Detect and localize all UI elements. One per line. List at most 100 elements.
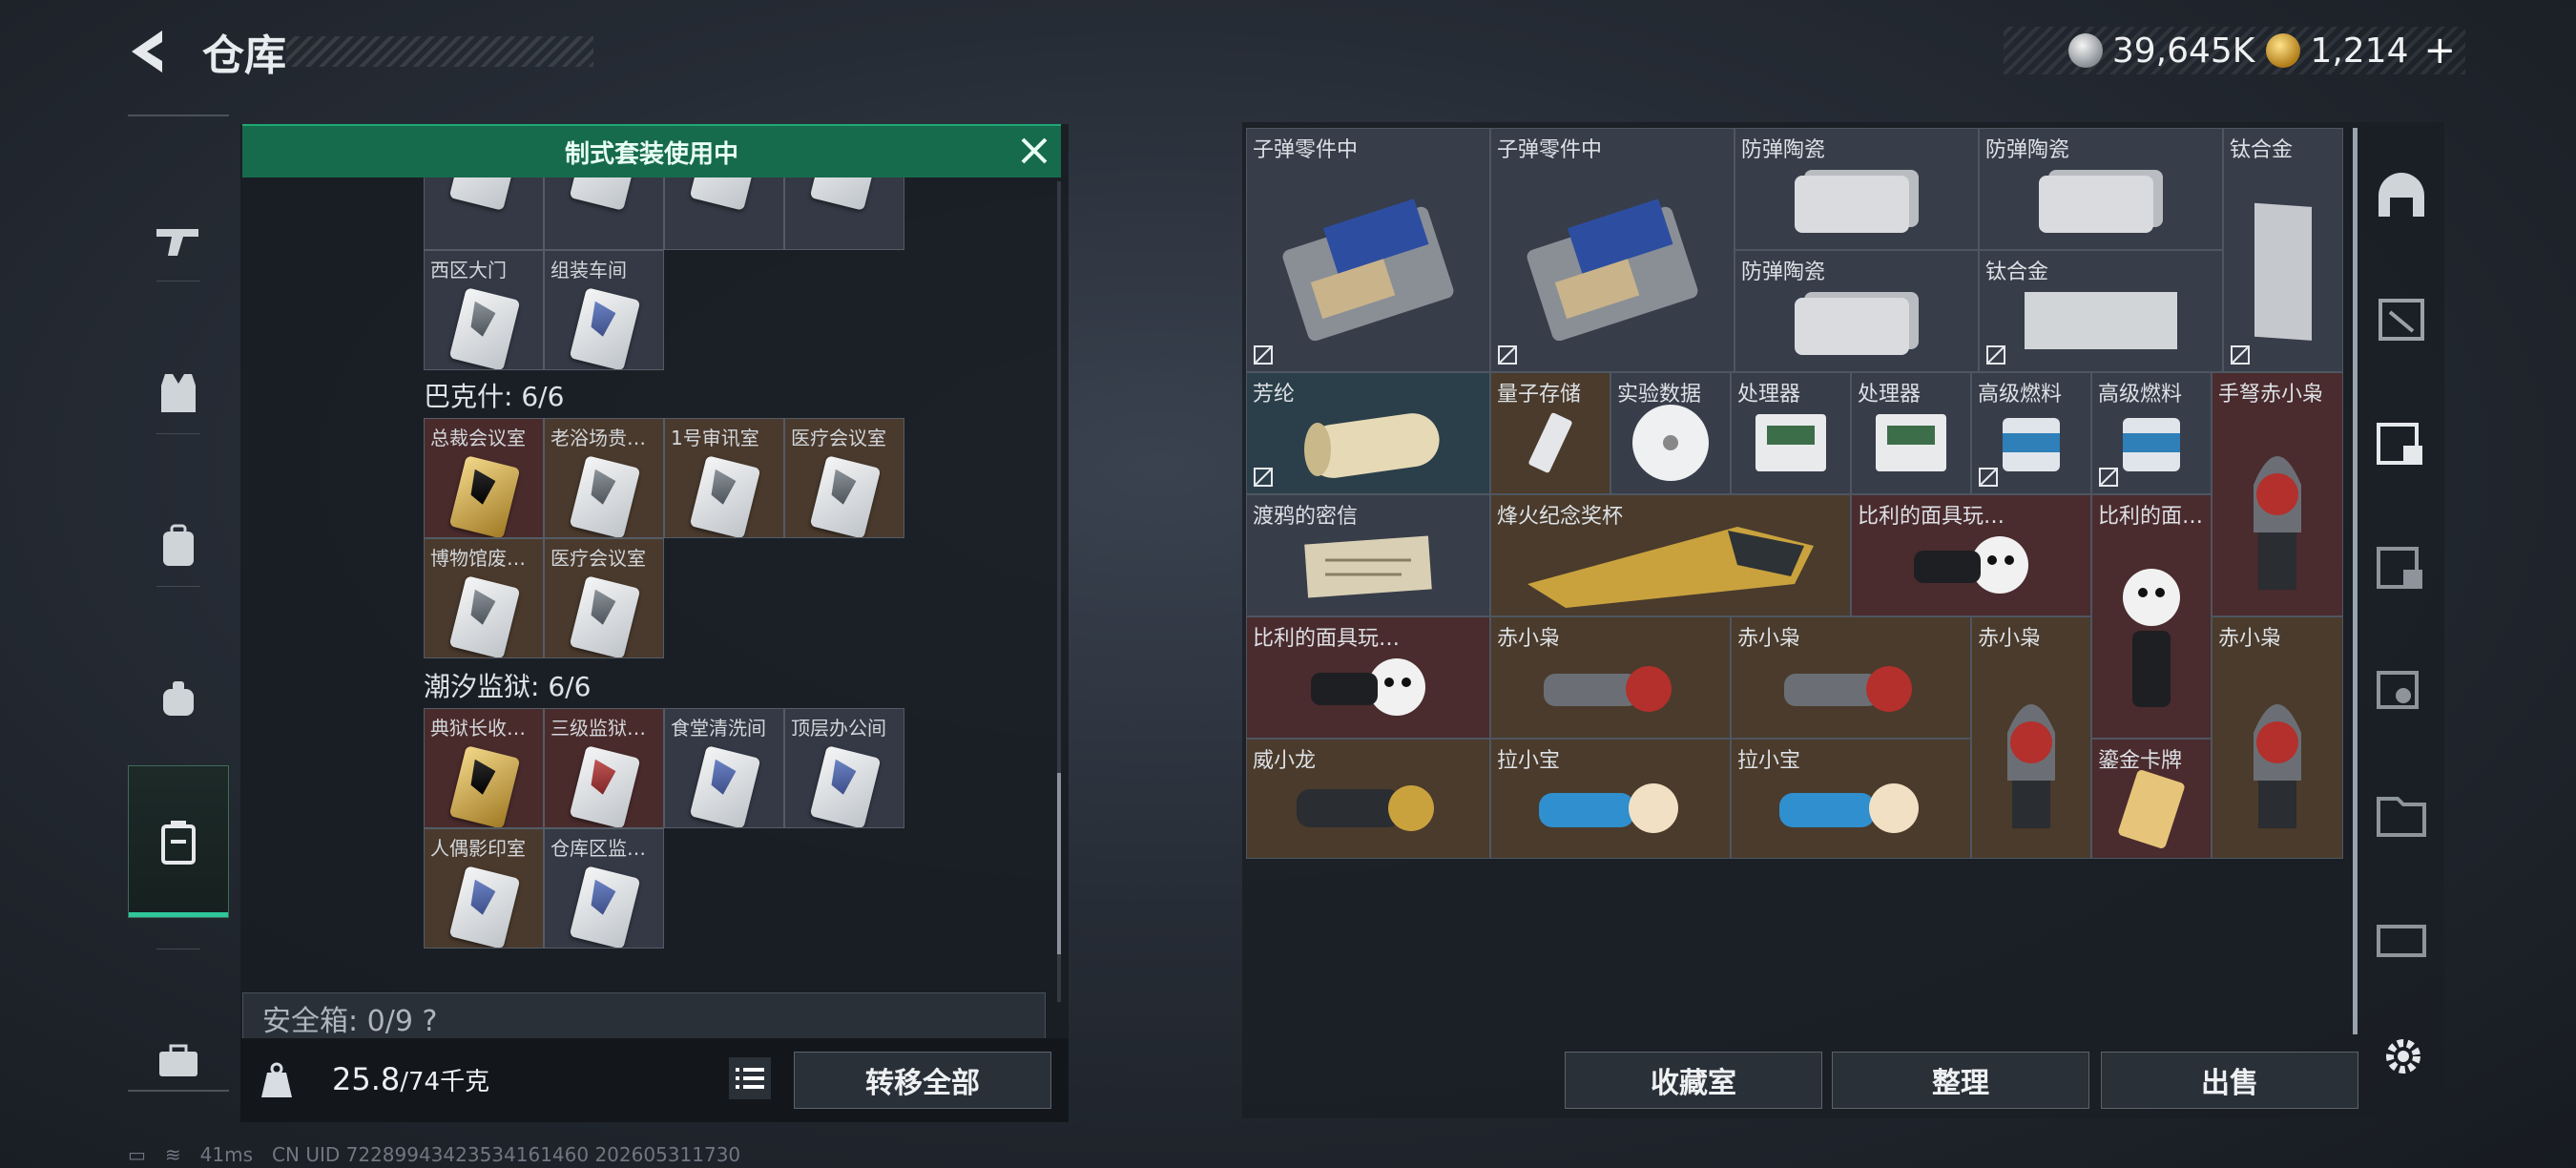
sidebar-item-pouch[interactable] bbox=[128, 622, 229, 775]
sidebar-item-toolbox[interactable] bbox=[128, 985, 229, 1137]
silver-currency: 39,645K bbox=[2067, 31, 2255, 71]
titanium-plate-icon bbox=[2254, 203, 2312, 342]
hooded-figure-icon bbox=[2254, 456, 2301, 591]
keycard-slot[interactable]: 老浴场贵… bbox=[544, 418, 664, 538]
sell-button[interactable]: 出售 bbox=[2101, 1052, 2358, 1109]
uid-readout: CN UID 72289943423534161460 202605311730 bbox=[272, 1143, 741, 1166]
keycard-slot[interactable]: 三级监狱… bbox=[544, 708, 664, 828]
grid-item[interactable]: 子弹零件中 bbox=[1246, 128, 1490, 372]
keycard-slot[interactable]: 典狱长收… bbox=[424, 708, 544, 828]
hooded-figure-icon bbox=[2254, 704, 2301, 829]
silver-amount: 39,645K bbox=[2111, 31, 2255, 71]
grid-item[interactable]: 实验数据 bbox=[1610, 372, 1731, 494]
collection-room-button[interactable]: 收藏室 bbox=[1565, 1052, 1822, 1109]
sidebar-item-keycards[interactable] bbox=[128, 765, 229, 918]
keycard-slot[interactable]: 1号审讯室 bbox=[664, 418, 784, 538]
grid-item[interactable]: 烽火纪念奖杯 bbox=[1490, 494, 1851, 616]
grid-item[interactable]: 子弹零件中 bbox=[1490, 128, 1735, 372]
sidebar-item-weapons[interactable] bbox=[128, 164, 229, 317]
grid-item[interactable]: 高级燃料 bbox=[1971, 372, 2091, 494]
grid-item[interactable]: 比利的面具玩… bbox=[1246, 616, 1490, 739]
grid-item[interactable]: 手弩赤小枭 bbox=[2212, 372, 2343, 616]
grid-item[interactable]: 渡鸦的密信 bbox=[1246, 494, 1490, 616]
grid-item[interactable]: 拉小宝 bbox=[1731, 739, 1971, 859]
grid-item[interactable]: 钛合金 bbox=[2223, 128, 2343, 372]
bullet-parts-icon bbox=[1282, 198, 1454, 342]
warehouse-scrollbar[interactable] bbox=[2353, 128, 2358, 1034]
keycard-slot[interactable]: 医疗会议室 bbox=[784, 418, 904, 538]
lock-icon bbox=[1979, 468, 1998, 487]
close-icon[interactable] bbox=[1015, 132, 1053, 170]
dragon-figure-icon bbox=[1297, 784, 1434, 831]
weight-readout: 25.8/74千克 bbox=[332, 1061, 490, 1097]
keycard-slot[interactable]: 组装车间 bbox=[544, 250, 664, 370]
shelf-icon bbox=[2377, 423, 2422, 465]
sidebar-item-armor[interactable] bbox=[128, 317, 229, 469]
grid-item[interactable]: 赤小枭 bbox=[1731, 616, 1971, 739]
fuel-can-icon bbox=[2003, 418, 2060, 472]
safe-box-row[interactable]: 安全箱: 0/9 ? bbox=[242, 992, 1046, 1044]
keycard-slot[interactable]: 西区大门 bbox=[424, 250, 544, 370]
titanium-plate-icon bbox=[2025, 292, 2177, 350]
lock-icon bbox=[1986, 345, 2005, 365]
lock-icon bbox=[2099, 468, 2118, 487]
grid-item[interactable]: 芳纶 bbox=[1246, 372, 1490, 494]
backpack-icon bbox=[163, 524, 194, 566]
keycard-slot[interactable]: 博物馆废… bbox=[424, 538, 544, 658]
warehouse-tab-7[interactable] bbox=[2360, 887, 2442, 992]
scrollbar-thumb[interactable] bbox=[1057, 773, 1061, 954]
letter-icon bbox=[1304, 535, 1432, 598]
grid-item[interactable]: 赤小枭 bbox=[1971, 616, 2091, 859]
pouch-icon bbox=[163, 681, 194, 716]
warehouse-tab-4[interactable] bbox=[2360, 515, 2442, 620]
grid-item[interactable]: 拉小宝 bbox=[1490, 739, 1731, 859]
warehouse-tab-5[interactable] bbox=[2360, 639, 2442, 744]
hooded-figure-icon bbox=[2007, 704, 2055, 829]
warehouse-tab-6[interactable] bbox=[2360, 763, 2442, 868]
add-currency-button[interactable]: + bbox=[2423, 29, 2456, 73]
ceramic-plate-icon bbox=[1795, 292, 1919, 356]
keycard-slot[interactable]: 食堂清洗间 bbox=[664, 708, 784, 828]
section-title-bakeshi: 巴克什: 6/6 bbox=[424, 381, 565, 412]
sidebar-item-backpack[interactable] bbox=[128, 469, 229, 622]
gear-icon[interactable] bbox=[2379, 1032, 2427, 1080]
grid-item[interactable]: 防弹陶瓷 bbox=[1735, 128, 1979, 250]
move-all-button[interactable]: 转移全部 bbox=[794, 1052, 1051, 1109]
grid-item[interactable]: 防弹陶瓷 bbox=[1735, 250, 1979, 372]
keycard-slot[interactable]: 人偶影印室 bbox=[424, 828, 544, 949]
grid-item[interactable]: 赤小枭 bbox=[2212, 616, 2343, 859]
grid-item[interactable]: 量子存储 bbox=[1490, 372, 1610, 494]
keycard-slot[interactable]: 顶层办公间 bbox=[784, 708, 904, 828]
grid-item[interactable]: 比利的面具玩… bbox=[1851, 494, 2091, 616]
grid-item[interactable]: 比利的面… bbox=[2091, 494, 2212, 739]
storage-icon bbox=[2379, 299, 2424, 341]
warehouse-tab-1[interactable] bbox=[2360, 143, 2442, 248]
keycard-slot[interactable]: 总裁会议室 bbox=[424, 418, 544, 538]
gun-icon bbox=[156, 229, 198, 256]
processor-icon bbox=[1755, 414, 1826, 472]
grid-item[interactable]: 威小龙 bbox=[1246, 739, 1490, 859]
grid-item[interactable]: 赤小枭 bbox=[1490, 616, 1731, 739]
currency-bar: 39,645K 1,214 + bbox=[2004, 27, 2465, 74]
fuel-can-icon bbox=[2123, 418, 2180, 472]
doll-figure-icon bbox=[1779, 782, 1919, 833]
list-view-button[interactable] bbox=[729, 1057, 771, 1099]
warehouse-tab-2[interactable] bbox=[2360, 267, 2442, 372]
hooded-figure-icon bbox=[1544, 666, 1672, 713]
keycard-slot[interactable]: 仓库区监… bbox=[544, 828, 664, 949]
keycard-slot[interactable]: 医疗会议室 bbox=[544, 538, 664, 658]
grid-item[interactable]: 钛合金 bbox=[1979, 250, 2223, 372]
grid-item[interactable]: 处理器 bbox=[1851, 372, 1971, 494]
sort-button[interactable]: 整理 bbox=[1832, 1052, 2089, 1109]
category-sidebar bbox=[128, 115, 229, 1092]
grid-item[interactable]: 处理器 bbox=[1731, 372, 1851, 494]
usb-drive-icon bbox=[1528, 412, 1572, 473]
grid-item[interactable]: 防弹陶瓷 bbox=[1979, 128, 2223, 250]
grid-item[interactable]: 鎏金卡牌 bbox=[2091, 739, 2212, 859]
vest-icon bbox=[161, 374, 196, 412]
warehouse-tab-3[interactable] bbox=[2360, 391, 2442, 496]
back-arrow-icon[interactable] bbox=[124, 27, 174, 76]
grid-item[interactable]: 高级燃料 bbox=[2091, 372, 2212, 494]
briefcase-icon bbox=[159, 1044, 197, 1076]
weight-icon bbox=[261, 1062, 292, 1097]
